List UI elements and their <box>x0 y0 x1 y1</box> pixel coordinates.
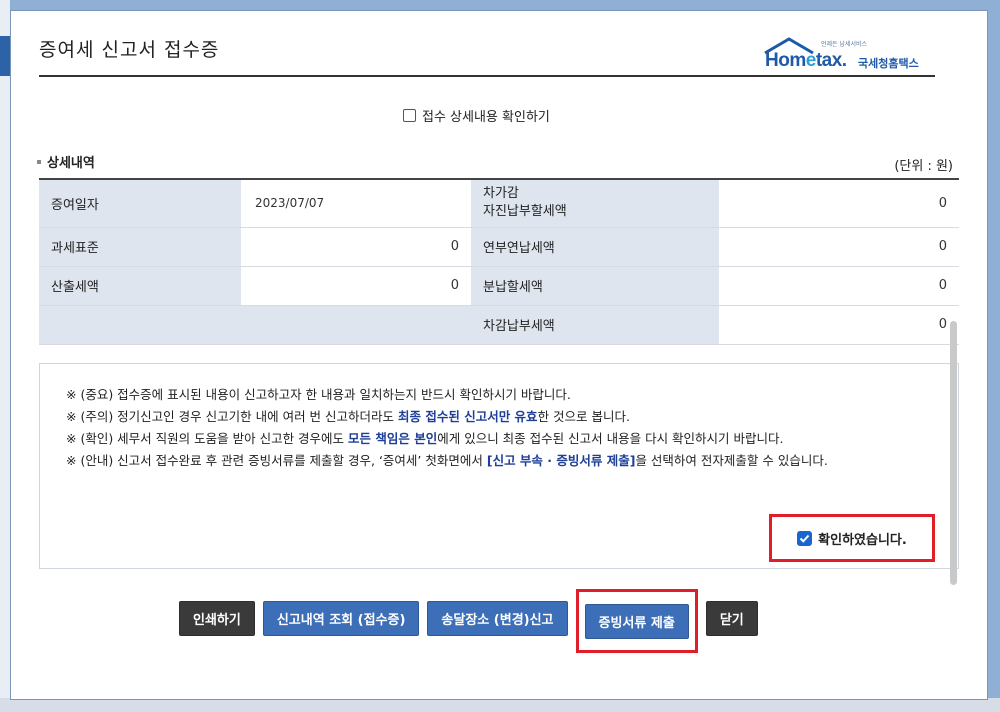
receipt-dialog: 증여세 신고서 접수증 언제든 납세서비스 Hometax. 국세청홈택스 접수… <box>10 10 988 700</box>
notice-line: ※ (주의) 정기신고인 경우 신고기한 내에 여러 번 신고하더라도 최종 접… <box>66 409 630 424</box>
evidence-highlight: 증빙서류 제출 <box>575 589 698 653</box>
table-value: 0 <box>719 179 959 228</box>
notice-line: ※ (확인) 세무서 직원의 도움을 받아 신고한 경우에도 모든 책임은 본인… <box>66 431 784 446</box>
confirm-check[interactable]: 확인하였습니다. <box>769 514 935 562</box>
history-button[interactable]: 신고내역 조회 (접수증) <box>262 601 420 636</box>
notice-line: ※ (중요) 접수증에 표시된 내용이 신고하고자 한 내용과 일치하는지 반드… <box>66 387 571 402</box>
table-label: 산출세액 <box>39 266 241 306</box>
logo-wordmark: Hometax. <box>765 50 847 71</box>
table-label: 연부연납세액 <box>471 227 719 267</box>
confirm-label: 확인하였습니다. <box>818 532 907 548</box>
table-value: 0 <box>241 266 471 306</box>
unit-label: (단위 : 원) <box>894 159 953 174</box>
table-value: 0 <box>719 227 959 267</box>
table-label: 분납할세액 <box>471 266 719 306</box>
notice-line: ※ (안내) 신고서 접수완료 후 관련 증빙서류를 제출할 경우, ‘증여세’… <box>66 453 828 468</box>
notice-scrollbar[interactable] <box>950 321 957 585</box>
dialog-title: 증여세 신고서 접수증 <box>39 39 220 61</box>
logo-korean-name: 국세청홈택스 <box>858 57 919 70</box>
table-value <box>241 305 471 345</box>
table-label: 차감납부세액 <box>471 305 719 345</box>
table-label <box>39 305 241 345</box>
bullet-icon <box>37 159 41 164</box>
table-row: 증여일자 2023/07/07 차가감 자진납부할세액 0 <box>39 179 959 228</box>
table-label: 과세표준 <box>39 227 241 267</box>
print-button[interactable]: 인쇄하기 <box>179 601 255 636</box>
button-row: 인쇄하기 신고내역 조회 (접수증) 송달장소 (변경)신고 증빙서류 제출 닫… <box>179 589 758 653</box>
background-page-strip <box>0 0 10 712</box>
detail-toggle-label: 접수 상세내용 확인하기 <box>422 110 550 125</box>
background-tab <box>0 36 10 76</box>
detail-toggle-checkbox[interactable] <box>403 109 416 122</box>
table-value: 0 <box>719 266 959 306</box>
table-row: 과세표준 0 연부연납세액 0 <box>39 227 959 267</box>
header-divider <box>39 75 935 77</box>
table-value: 0 <box>719 305 959 345</box>
evidence-submit-button[interactable]: 증빙서류 제출 <box>584 603 689 639</box>
detail-toggle[interactable]: 접수 상세내용 확인하기 <box>403 106 550 125</box>
section-title: 상세내역 <box>37 152 95 171</box>
hometax-logo: 언제든 납세서비스 Hometax. 국세청홈택스 <box>763 37 943 77</box>
table-label: 차가감 자진납부할세액 <box>471 179 719 228</box>
logo-tagline: 언제든 납세서비스 <box>821 41 868 48</box>
check-icon <box>799 534 810 543</box>
table-row: 산출세액 0 분납할세액 0 <box>39 266 959 306</box>
confirm-checkbox[interactable] <box>797 530 813 546</box>
detail-table: 증여일자 2023/07/07 차가감 자진납부할세액 0 과세표준 0 연부연납… <box>39 178 959 345</box>
table-value: 0 <box>241 227 471 267</box>
table-row: 차감납부세액 0 <box>39 305 959 345</box>
background-page-bottom <box>0 698 1000 712</box>
close-button[interactable]: 닫기 <box>705 601 758 636</box>
table-value: 2023/07/07 <box>241 179 471 228</box>
table-label: 증여일자 <box>39 179 241 228</box>
delivery-address-button[interactable]: 송달장소 (변경)신고 <box>427 601 568 636</box>
